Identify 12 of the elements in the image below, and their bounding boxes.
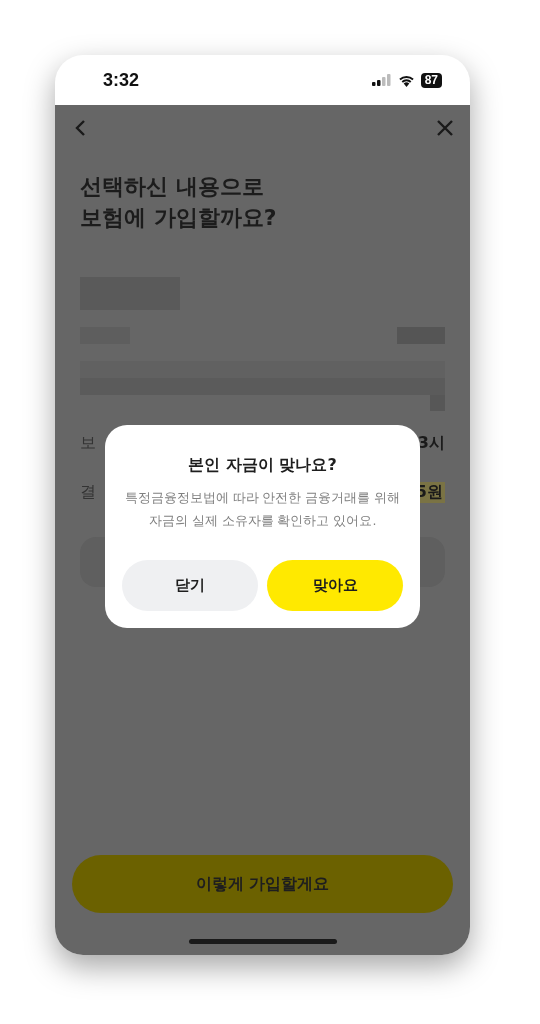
signal-icon bbox=[371, 74, 392, 86]
close-button[interactable]: 닫기 bbox=[122, 560, 258, 611]
dialog-message: 특정금융정보법에 따라 안전한 금융거래를 위해 자금의 실제 소유자를 확인하고 있어요. bbox=[123, 489, 402, 530]
wifi-icon bbox=[397, 73, 415, 87]
back-icon[interactable] bbox=[74, 119, 86, 137]
page-title: 선택하신 내용으로 보험에 가입할까요? bbox=[80, 173, 278, 232]
row-value: 3시 bbox=[417, 433, 445, 454]
dialog-title: 본인 자금이 맞나요? bbox=[187, 455, 338, 476]
battery-indicator: 87 bbox=[420, 72, 442, 88]
close-icon[interactable] bbox=[437, 120, 453, 136]
confirm-button[interactable]: 맞아요 bbox=[267, 560, 403, 611]
status-time: 3:32 bbox=[103, 69, 140, 91]
